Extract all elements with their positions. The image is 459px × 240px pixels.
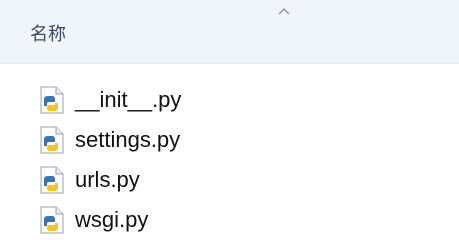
chevron-up-icon[interactable] (277, 6, 291, 16)
file-name: wsgi.py (75, 207, 149, 232)
column-header-row: 名称 (0, 0, 459, 64)
file-row[interactable]: wsgi.py (0, 200, 459, 240)
python-file-icon (40, 206, 64, 234)
file-row[interactable]: __init__.py (0, 80, 459, 120)
file-name: urls.py (75, 167, 140, 192)
file-row[interactable]: urls.py (0, 160, 459, 200)
file-row[interactable]: settings.py (0, 120, 459, 160)
file-list: __init__.py settings.py urls.py wsgi.py (0, 80, 459, 240)
python-file-icon (40, 86, 64, 114)
file-name: settings.py (75, 127, 181, 152)
column-header-name[interactable]: 名称 (30, 22, 66, 46)
python-file-icon (40, 166, 64, 194)
file-name: __init__.py (75, 87, 182, 112)
python-file-icon (40, 126, 64, 154)
file-explorer: 名称 __init__.py settings.py urls.py wsgi.… (0, 0, 459, 240)
